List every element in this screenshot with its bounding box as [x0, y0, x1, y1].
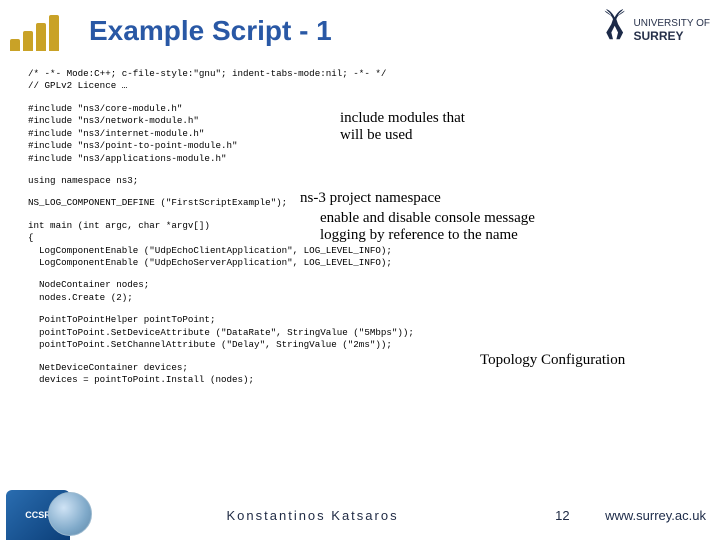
- bars-logo: [10, 11, 59, 51]
- code-block-p2p: PointToPointHelper pointToPoint; pointTo…: [28, 314, 692, 351]
- slide-footer: CCSR Konstantinos Katsaros 12 www.surrey…: [0, 490, 720, 540]
- author-name: Konstantinos Katsaros: [70, 508, 555, 523]
- annot-logging: enable and disable console message loggi…: [320, 210, 535, 245]
- annot-namespace: ns-3 project namespace: [300, 190, 441, 207]
- slide-header: Example Script - 1 UNIVERSITY OF SURREY: [0, 0, 720, 62]
- page-number: 12: [555, 508, 605, 523]
- code-block-using: using namespace ns3;: [28, 175, 692, 187]
- code-block-nodes: NodeContainer nodes; nodes.Create (2);: [28, 279, 692, 304]
- globe-icon: [48, 492, 92, 536]
- university-line2: SURREY: [634, 30, 711, 43]
- code-block-modeline: /* -*- Mode:C++; c-file-style:"gnu"; ind…: [28, 68, 692, 93]
- stag-icon: [596, 9, 630, 54]
- slide-title: Example Script - 1: [89, 15, 596, 47]
- annot-includes: include modules that will be used: [340, 110, 465, 145]
- annot-topology: Topology Configuration: [480, 352, 625, 369]
- slide-body: /* -*- Mode:C++; c-file-style:"gnu"; ind…: [0, 62, 720, 386]
- university-logo: UNIVERSITY OF SURREY: [596, 9, 711, 54]
- site-url: www.surrey.ac.uk: [605, 508, 720, 523]
